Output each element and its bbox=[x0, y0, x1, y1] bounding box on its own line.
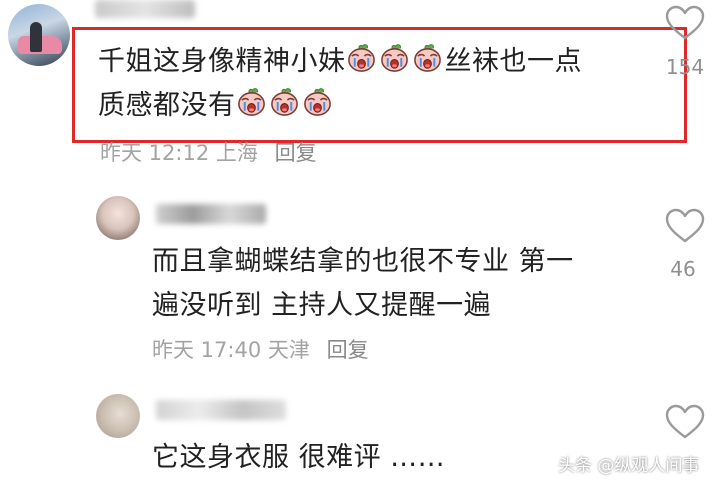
comment-time: 昨天 12:12 bbox=[100, 141, 210, 165]
reply-button[interactable]: 回复 bbox=[275, 141, 317, 165]
watermark: 头条 @纵观人间事 bbox=[558, 456, 700, 476]
comment-meta: 昨天 17:40 天津 回复 bbox=[152, 334, 369, 364]
like-button[interactable] bbox=[665, 5, 705, 41]
comment-text-part2: 丝袜也一点 bbox=[444, 46, 582, 77]
username-blurred[interactable] bbox=[156, 204, 266, 224]
comment-text-line1: 它这身衣服 很难评 …… bbox=[152, 442, 446, 473]
crying-peach-icon bbox=[236, 87, 267, 117]
comment-location: 上海 bbox=[215, 141, 258, 165]
avatar[interactable] bbox=[96, 394, 140, 438]
crying-peach-icon bbox=[379, 43, 410, 73]
crying-peach-icon bbox=[346, 43, 377, 73]
like-count: 46 bbox=[670, 257, 696, 281]
reply-button[interactable]: 回复 bbox=[327, 338, 369, 362]
comment-text-line2: 质感都没有 bbox=[98, 90, 236, 121]
avatar[interactable] bbox=[8, 4, 70, 66]
comment-time: 昨天 17:40 bbox=[152, 338, 262, 362]
like-count: 154 bbox=[665, 55, 705, 79]
comment-text-line1: 而且拿蝴蝶结拿的也很不专业 第一 bbox=[152, 246, 574, 277]
comment-text: 而且拿蝴蝶结拿的也很不专业 第一 遍没听到 主持人又提醒一遍 bbox=[152, 240, 642, 328]
heart-icon bbox=[665, 5, 705, 41]
heart-icon bbox=[665, 208, 705, 244]
comment-text: 它这身衣服 很难评 …… bbox=[152, 436, 552, 480]
like-button[interactable] bbox=[665, 404, 705, 440]
comment-text-line2: 遍没听到 主持人又提醒一遍 bbox=[152, 290, 492, 321]
crying-peach-icon bbox=[269, 87, 300, 117]
comment-text-part1: 千姐这身像精神小妹 bbox=[98, 46, 346, 77]
crying-peach-icon bbox=[412, 43, 443, 73]
username-blurred[interactable] bbox=[95, 0, 195, 18]
username-blurred[interactable] bbox=[156, 400, 286, 420]
comment-meta: 昨天 12:12 上海 回复 bbox=[100, 137, 317, 167]
comment-text: 千姐这身像精神小妹 丝袜也一点 质感都没有 bbox=[98, 40, 658, 128]
comment-location: 天津 bbox=[267, 338, 310, 362]
avatar[interactable] bbox=[96, 196, 140, 240]
heart-icon bbox=[665, 404, 705, 440]
avatar-person-shape bbox=[30, 22, 42, 52]
crying-peach-icon bbox=[302, 87, 333, 117]
like-button[interactable] bbox=[665, 208, 705, 244]
